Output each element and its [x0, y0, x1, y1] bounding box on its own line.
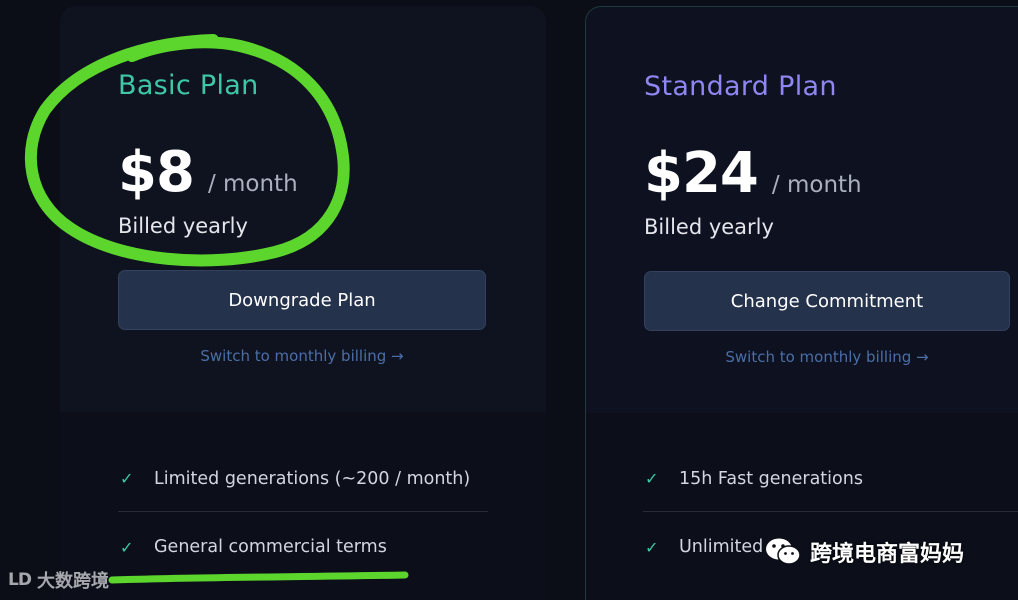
feature-item: ✓ General commercial terms — [118, 514, 488, 580]
change-commitment-button[interactable]: Change Commitment — [644, 271, 1010, 331]
feature-label: Limited generations (~200 / month) — [154, 468, 471, 489]
check-icon: ✓ — [120, 469, 134, 488]
basic-plan-price-amount: $8 — [118, 140, 195, 205]
brand-logo-icon: LD — [8, 570, 32, 590]
check-icon: ✓ — [120, 537, 134, 557]
basic-plan-price: $8 / month — [118, 140, 298, 205]
wechat-icon — [766, 538, 801, 565]
feature-label: 15h Fast generations — [679, 468, 863, 489]
check-icon: ✓ — [645, 469, 659, 488]
basic-plan-header: Basic Plan $8 / month Billed yearly Down… — [60, 6, 546, 412]
downgrade-plan-button[interactable]: Downgrade Plan — [118, 270, 486, 330]
basic-plan-billing: Billed yearly — [118, 214, 248, 238]
watermark-right: 跨境电商富妈妈 — [764, 536, 964, 568]
basic-plan-price-period: / month — [207, 171, 298, 197]
standard-plan-billing: Billed yearly — [644, 215, 774, 239]
standard-plan-price-amount: $24 — [644, 141, 759, 206]
standard-plan-header: Standard Plan $24 / month Billed yearly … — [586, 7, 1018, 413]
feature-label: General commercial terms — [154, 537, 387, 557]
feature-item: ✓ 15h Fast generations — [643, 446, 1018, 512]
check-icon: ✓ — [645, 537, 659, 557]
pricing-page: Basic Plan $8 / month Billed yearly Down… — [0, 0, 1018, 600]
standard-plan-price-period: / month — [771, 172, 862, 198]
watermark-left-text: 大数跨境 — [36, 571, 109, 592]
watermark-right-text: 跨境电商富妈妈 — [810, 542, 965, 567]
standard-switch-monthly-link[interactable]: Switch to monthly billing → — [644, 348, 1010, 366]
feature-label: Unlimited — [679, 537, 764, 557]
basic-switch-monthly-link[interactable]: Switch to monthly billing → — [118, 347, 486, 365]
watermark-left: LD 大数跨境 — [8, 567, 109, 593]
feature-item: ✓ Limited generations (~200 / month) — [118, 446, 488, 512]
standard-plan-title: Standard Plan — [644, 71, 837, 102]
basic-plan-title: Basic Plan — [118, 70, 259, 101]
standard-plan-price: $24 / month — [644, 141, 862, 206]
